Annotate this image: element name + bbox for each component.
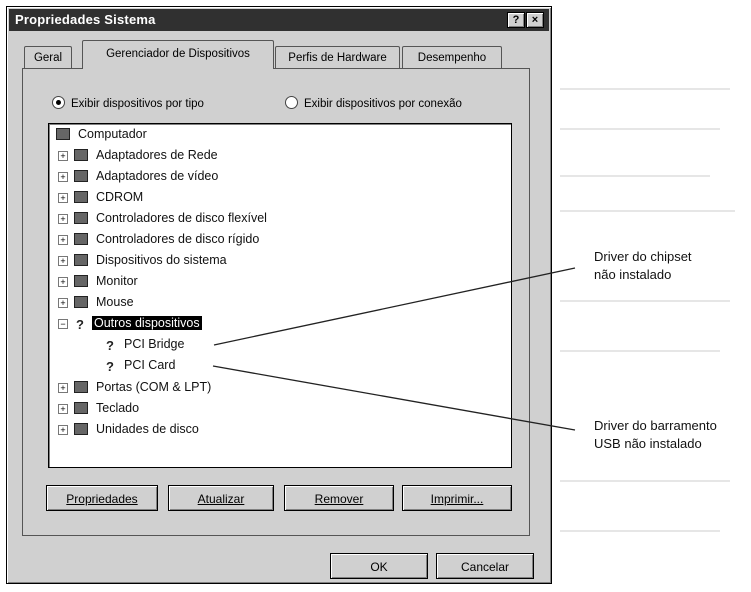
callout-lines xyxy=(212,267,576,431)
usb-annotation-line1: Driver do barramento xyxy=(594,418,717,433)
chipset-annotation-line2: não instalado xyxy=(594,267,672,282)
usb-annotation: Driver do barramento USB não instalado xyxy=(594,417,717,453)
tab-device-manager[interactable]: Gerenciador de Dispositivos xyxy=(82,40,274,69)
chipset-annotation-line1: Driver do chipset xyxy=(594,249,692,264)
chipset-callout-line xyxy=(213,267,576,346)
usb-callout-line xyxy=(212,365,576,431)
usb-annotation-line2: USB não instalado xyxy=(594,436,702,451)
chipset-annotation: Driver do chipset não instalado xyxy=(594,248,692,284)
